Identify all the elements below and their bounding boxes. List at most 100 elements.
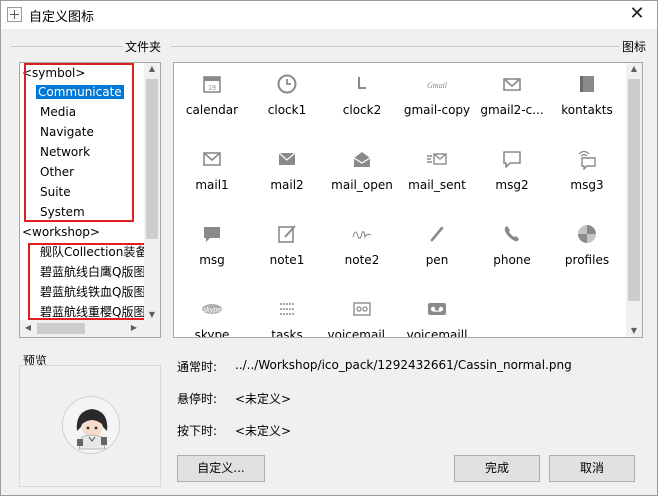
normal-state-value: ../../Workshop/ico_pack/1292432661/Cassi…: [235, 358, 572, 372]
voicemail-tape-icon: [426, 298, 448, 320]
icon-label: profiles: [564, 253, 610, 267]
window-title: 自定义图标: [29, 10, 95, 25]
icon-label: mail_sent: [408, 178, 466, 192]
mail-envelope-icon: [201, 148, 223, 170]
icon-label: mail2: [270, 178, 304, 192]
note-edit-icon: [276, 223, 298, 245]
icon-grid[interactable]: 19 calendar clock1 clock2 Gmail gmail-copy gma…: [173, 62, 643, 338]
icon-label: gmail-copy: [403, 103, 471, 117]
highlight-box-workshop: [28, 243, 146, 320]
gmail-text-icon: Gmail: [426, 73, 448, 95]
icon-cell-kontakts[interactable]: kontakts: [549, 67, 625, 127]
icon-label: calendar: [185, 103, 239, 117]
icon-label: gmail2-c...: [480, 103, 544, 117]
icon-label: note1: [269, 253, 305, 267]
folder-group-label: 文件夹: [123, 38, 164, 55]
icon-cell-mail-sent[interactable]: mail_sent: [399, 142, 475, 202]
icon-cell-note2[interactable]: note2: [324, 217, 400, 277]
grid-vscroll-thumb[interactable]: [628, 79, 640, 301]
tasks-list-icon: [276, 298, 298, 320]
icon-cell-voicemail[interactable]: voicemail...: [324, 292, 400, 338]
icon-cell-clock1[interactable]: clock1: [249, 67, 325, 127]
icon-label: skype: [194, 328, 230, 338]
scroll-down-arrow-icon[interactable]: ▼: [626, 326, 642, 335]
icon-label: msg3: [570, 178, 604, 192]
icon-cell-gmail-copy[interactable]: Gmail gmail-copy: [399, 67, 475, 127]
icon-label: voicemail...: [327, 328, 397, 338]
scroll-up-arrow-icon[interactable]: ▲: [626, 64, 642, 73]
icon-cell-mail-open[interactable]: mail_open: [324, 142, 400, 202]
icon-cell-gmail2-c[interactable]: gmail2-c...: [474, 67, 550, 127]
hover-state-value: <未定义>: [235, 392, 292, 406]
clock-icon: [276, 73, 298, 95]
preview-avatar-image: [62, 396, 120, 454]
ok-button[interactable]: 完成: [454, 455, 540, 482]
mail-open-icon: [351, 148, 373, 170]
icon-label: clock1: [267, 103, 307, 117]
contacts-book-icon: [576, 73, 598, 95]
icon-cell-msg3[interactable]: msg3: [549, 142, 625, 202]
close-button[interactable]: ✕: [617, 1, 657, 29]
preview-box: [19, 365, 161, 487]
press-state-value: <未定义>: [235, 424, 292, 438]
normal-state-label: 通常时:: [177, 360, 218, 374]
folder-tree[interactable]: <symbol> Communicate Media Navigate Netw…: [19, 62, 161, 338]
icon-cell-msg2[interactable]: msg2: [474, 142, 550, 202]
icon-cell-msg[interactable]: msg: [174, 217, 250, 277]
icon-label: mail_open: [331, 178, 393, 192]
press-state-label: 按下时:: [177, 424, 218, 438]
icon-group-line: [171, 46, 621, 47]
icon-cell-note1[interactable]: note1: [249, 217, 325, 277]
customize-button[interactable]: 自定义...: [177, 455, 265, 482]
signature-icon: [351, 223, 373, 245]
icon-label: pen: [425, 253, 449, 267]
tree-horizontal-scrollbar[interactable]: ◀ ▶: [20, 320, 160, 337]
icon-cell-mail1[interactable]: mail1: [174, 142, 250, 202]
scroll-left-arrow-icon[interactable]: ◀: [20, 323, 36, 332]
scroll-right-arrow-icon[interactable]: ▶: [126, 323, 142, 332]
title-bar: 自定义图标 ✕: [1, 1, 657, 29]
tree-hscroll-thumb[interactable]: [37, 323, 85, 334]
profiles-pinwheel-icon: [576, 223, 598, 245]
icon-label: note2: [344, 253, 380, 267]
icon-label: mail1: [195, 178, 229, 192]
pen-icon: [426, 223, 448, 245]
icon-cell-profiles[interactable]: profiles: [549, 217, 625, 277]
calendar-icon: 19: [201, 73, 223, 95]
phone-icon: [501, 223, 523, 245]
highlight-box-symbol: [24, 63, 134, 222]
mail-sent-icon: [426, 148, 448, 170]
scroll-up-arrow-icon[interactable]: ▲: [144, 64, 160, 73]
message-wifi-icon: [576, 148, 598, 171]
icon-label: phone: [493, 253, 531, 267]
svg-text:19: 19: [208, 85, 216, 92]
grid-vertical-scrollbar[interactable]: ▲ ▼: [626, 63, 642, 337]
svg-text:Gmail: Gmail: [427, 81, 448, 90]
custom-icon-dialog: 自定义图标 ✕ 文件夹 图标 <symbol> Communicate Medi…: [0, 0, 658, 496]
icon-label: msg2: [495, 178, 529, 192]
speech-bubble-outline-icon: [501, 148, 523, 170]
tree-vertical-scrollbar[interactable]: ▲ ▼: [144, 63, 160, 320]
skype-icon: skype: [201, 298, 223, 320]
hover-state-label: 悬停时:: [177, 392, 218, 406]
icon-label: tasks: [271, 328, 303, 338]
tree-group-workshop[interactable]: <workshop>: [22, 223, 100, 241]
icon-cell-tasks[interactable]: tasks: [249, 292, 325, 338]
icon-label: msg: [199, 253, 225, 267]
icon-group-label: 图标: [620, 38, 649, 55]
icon-cell-pen[interactable]: pen: [399, 217, 475, 277]
icon-cell-mail2[interactable]: mail2: [249, 142, 325, 202]
app-icon: [7, 7, 22, 22]
icon-cell-clock2[interactable]: clock2: [324, 67, 400, 127]
tree-vscroll-thumb[interactable]: [146, 79, 158, 239]
svg-text:skype: skype: [203, 307, 221, 314]
icon-label: voicemaill: [406, 328, 468, 338]
icon-cell-skype[interactable]: skype skype: [174, 292, 250, 338]
icon-label: clock2: [342, 103, 382, 117]
icon-cell-voicemaill[interactable]: voicemaill: [399, 292, 475, 338]
gmail-envelope-icon: [501, 73, 523, 95]
scroll-down-arrow-icon[interactable]: ▼: [144, 310, 160, 319]
cancel-button[interactable]: 取消: [549, 455, 635, 482]
icon-cell-calendar[interactable]: 19 calendar: [174, 67, 250, 127]
icon-cell-phone[interactable]: phone: [474, 217, 550, 277]
